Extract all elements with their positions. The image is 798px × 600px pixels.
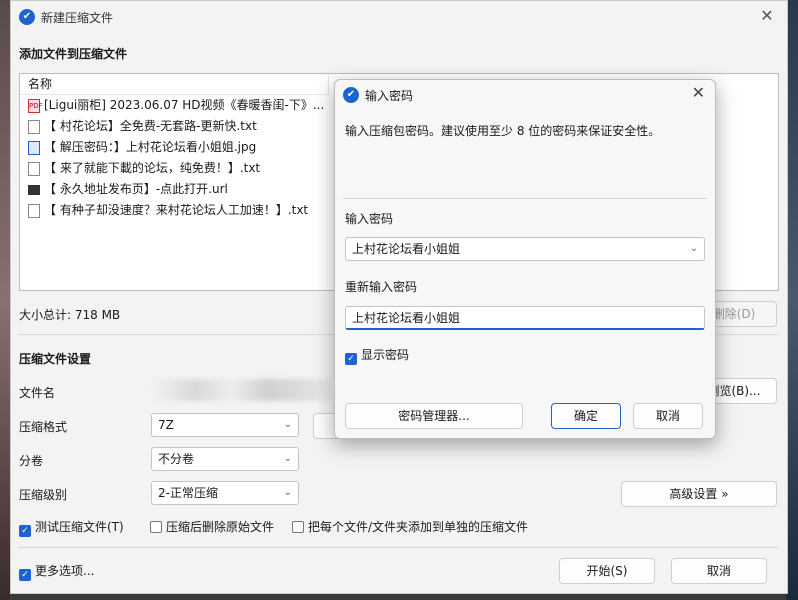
total-size: 大小总计: 718 MB [19,308,121,322]
title-bar: ✔ 新建压缩文件 ✕ [11,1,787,33]
pdf-file-icon: PDF [28,98,43,113]
checkmark-icon: ✓ [345,353,357,365]
confirm-password-label: 重新输入密码 [345,280,418,294]
format-label: 压缩格式 [19,420,68,434]
text-file-icon [28,203,40,218]
window-title: 新建压缩文件 [41,11,114,25]
chevron-down-icon: ⌄ [283,419,292,430]
delete-source-checkbox[interactable]: 压缩后删除原始文件 [150,519,274,535]
dialog-title: 输入密码 [365,89,414,103]
app-logo-icon: ✔ [19,9,35,25]
chevron-down-icon: ⌄ [283,453,292,464]
file-name: [Ligui丽柜] 2023.06.07 HD视频《春暖香闺-下》... [44,98,325,112]
add-files-heading: 添加文件到压缩文件 [19,47,128,61]
password-manager-button[interactable]: 密码管理器... [345,403,523,429]
level-select[interactable]: 2-正常压缩 ⌄ [151,481,299,505]
text-file-icon [28,161,40,176]
divider [19,547,779,548]
text-file-icon [28,119,40,134]
more-options-label: 更多选项... [35,564,95,578]
url-file-icon [28,184,40,195]
dialog-cancel-button[interactable]: 取消 [633,403,703,429]
checkmark-icon: ✓ [19,569,31,581]
divider [343,198,707,199]
format-value: 7Z [158,418,174,432]
confirm-password-input[interactable]: 上村花论坛看小姐姐 [345,306,705,330]
app-logo-icon: ✔ [343,87,359,103]
volume-select[interactable]: 不分卷 ⌄ [151,447,299,471]
file-name: 【 有种子却没速度？来村花论坛人工加速！】.txt [44,203,309,217]
level-label: 压缩级别 [19,488,68,502]
close-icon[interactable]: ✕ [692,83,705,102]
file-name: 【 永久地址发布页】-点此打开.url [44,182,228,196]
test-archive-label: 测试压缩文件(T) [35,520,124,534]
column-header-name[interactable]: 名称 [20,74,329,95]
delete-source-label: 压缩后删除原始文件 [166,520,275,534]
start-button[interactable]: 开始(S) [559,558,655,584]
show-password-label: 显示密码 [361,348,410,362]
dialog-description: 输入压缩包密码。建议使用至少 8 位的密码来保证安全性。 [345,124,661,138]
more-options-checkbox[interactable]: ✓ 更多选项... [19,563,94,581]
file-name: 【 解压密码：】上村花论坛看小姐姐.jpg [44,140,257,154]
volume-label: 分卷 [19,454,44,468]
advanced-settings-button[interactable]: 高级设置 » [621,481,777,507]
settings-heading: 压缩文件设置 [19,352,92,366]
ok-button[interactable]: 确定 [551,403,621,429]
password-value: 上村花论坛看小姐姐 [352,242,461,256]
format-select[interactable]: 7Z ⌄ [151,413,299,437]
image-file-icon [28,140,40,155]
show-password-checkbox[interactable]: ✓ 显示密码 [345,347,409,365]
close-icon[interactable]: ✕ [755,5,779,27]
file-name: 【 村花论坛】全免费-无套路-更新快.txt [44,119,257,133]
test-archive-checkbox[interactable]: ✓ 测试压缩文件(T) [19,519,124,537]
confirm-password-value: 上村花论坛看小姐姐 [352,311,461,325]
file-name: 【 来了就能下載的论坛，纯免费！】.txt [44,161,261,175]
volume-value: 不分卷 [158,452,195,466]
desktop-background-left [0,0,10,600]
filename-label: 文件名 [19,386,56,400]
separate-archives-label: 把每个文件/文件夹添加到单独的压缩文件 [308,520,529,534]
password-dialog: ✔ 输入密码 ✕ 输入压缩包密码。建议使用至少 8 位的密码来保证安全性。 输入… [334,79,716,439]
password-label: 输入密码 [345,212,394,226]
checkbox-empty [292,521,304,533]
level-value: 2-正常压缩 [158,486,218,500]
cancel-button[interactable]: 取消 [671,558,767,584]
filename-field-blurred[interactable] [151,379,331,401]
chevron-down-icon: ⌄ [283,487,292,498]
checkbox-empty [150,521,162,533]
password-input[interactable]: 上村花论坛看小姐姐 ⌄ [345,237,705,261]
chevron-down-icon[interactable]: ⌄ [690,238,698,260]
separate-archives-checkbox[interactable]: 把每个文件/文件夹添加到单独的压缩文件 [292,519,528,535]
checkmark-icon: ✓ [19,525,31,537]
